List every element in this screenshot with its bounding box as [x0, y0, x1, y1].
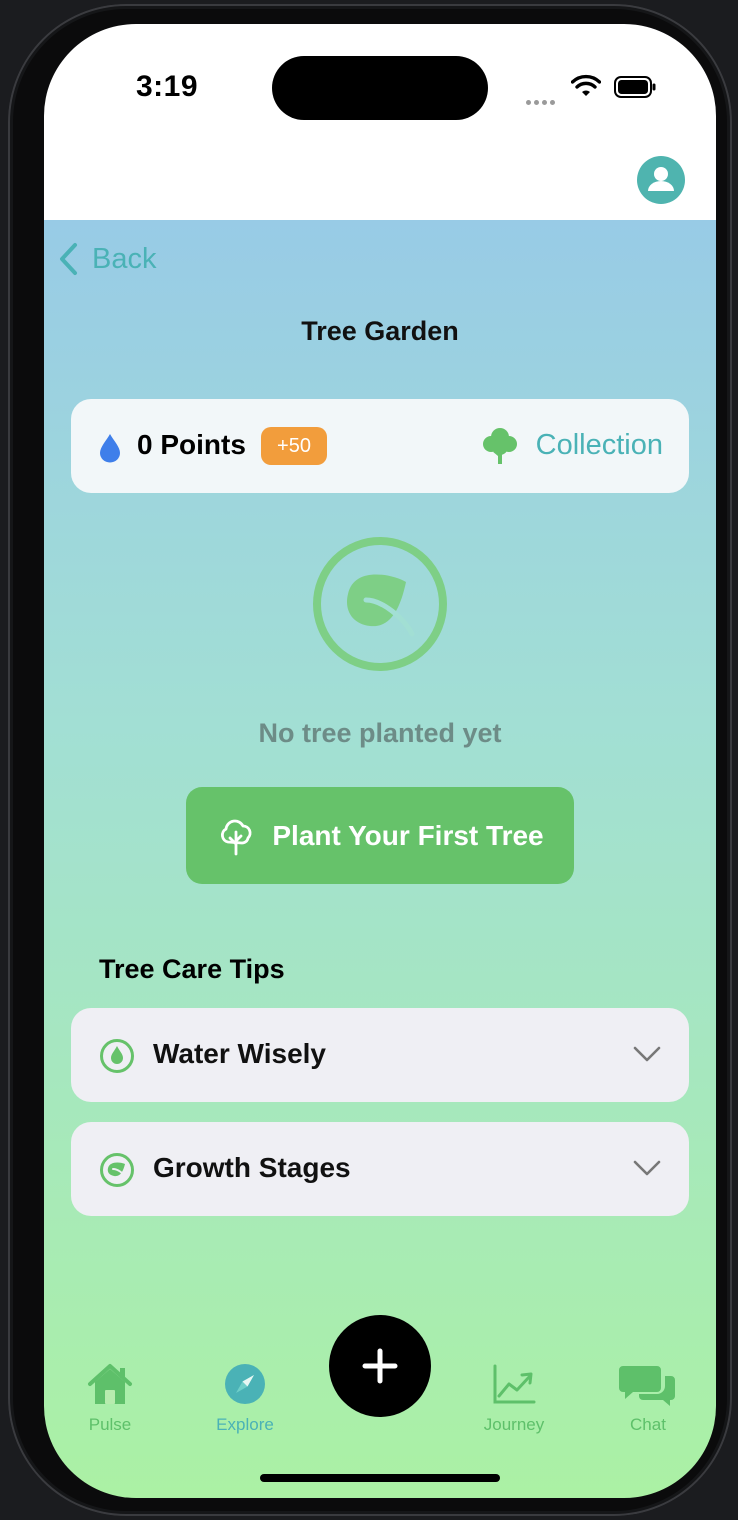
- empty-state-message: No tree planted yet: [258, 718, 502, 748]
- water-drop-icon: [100, 434, 120, 463]
- leaf-icon: [100, 1153, 134, 1187]
- tips-heading: Tree Care Tips: [99, 954, 285, 984]
- battery-icon: [614, 76, 656, 98]
- tip-label: Growth Stages: [153, 1152, 351, 1183]
- add-button[interactable]: [329, 1315, 431, 1417]
- leaf-circle-icon: [313, 537, 447, 671]
- phone-frame: 3:19 Back Tree Garden 0 Points +50 Colle…: [8, 4, 732, 1516]
- plant-first-tree-button[interactable]: Plant Your First Tree: [186, 787, 574, 884]
- bonus-badge: +50: [261, 427, 327, 465]
- back-button[interactable]: Back: [58, 242, 156, 276]
- tab-chat[interactable]: Chat: [593, 1362, 703, 1435]
- app-screen: 3:19 Back Tree Garden 0 Points +50 Colle…: [44, 24, 716, 1498]
- page-title: Tree Garden: [301, 316, 459, 346]
- chevron-left-icon: [60, 243, 77, 275]
- wifi-icon: [571, 74, 601, 96]
- tip-label: Water Wisely: [153, 1038, 326, 1069]
- chevron-down-icon: [633, 1160, 661, 1176]
- dynamic-island: [272, 56, 488, 120]
- points-card: 0 Points +50 Collection: [71, 399, 689, 493]
- chat-bubbles-icon: [619, 1366, 675, 1406]
- home-icon: [88, 1364, 132, 1404]
- points-label: 0 Points: [137, 429, 246, 460]
- plant-button-label: Plant Your First Tree: [272, 819, 544, 851]
- tab-label: Explore: [216, 1415, 274, 1434]
- water-drop-icon: [100, 1039, 134, 1073]
- chevron-down-icon: [633, 1046, 661, 1062]
- home-indicator: [260, 1474, 500, 1482]
- tab-label: Pulse: [88, 1415, 132, 1434]
- tree-outline-icon: [221, 819, 252, 855]
- person-icon: [648, 167, 674, 191]
- tab-pulse[interactable]: Pulse: [55, 1362, 165, 1435]
- tip-growth-stages[interactable]: Growth Stages: [71, 1122, 689, 1216]
- collection-button[interactable]: Collection: [480, 425, 663, 465]
- tree-icon: [482, 428, 517, 464]
- back-label: Back: [92, 242, 157, 275]
- cellular-signal-icon: [526, 92, 558, 110]
- tip-water-wisely[interactable]: Water Wisely: [71, 1008, 689, 1102]
- tab-label: Journey: [483, 1415, 545, 1434]
- plus-icon: [362, 1348, 398, 1384]
- compass-icon: [225, 1364, 265, 1404]
- collection-label: Collection: [535, 428, 663, 461]
- tab-journey[interactable]: Journey: [459, 1362, 569, 1435]
- status-time: 3:19: [136, 70, 199, 103]
- profile-avatar-button[interactable]: [637, 156, 685, 204]
- chart-icon: [493, 1364, 536, 1404]
- tab-explore[interactable]: Explore: [190, 1362, 300, 1435]
- tab-label: Chat: [630, 1415, 666, 1434]
